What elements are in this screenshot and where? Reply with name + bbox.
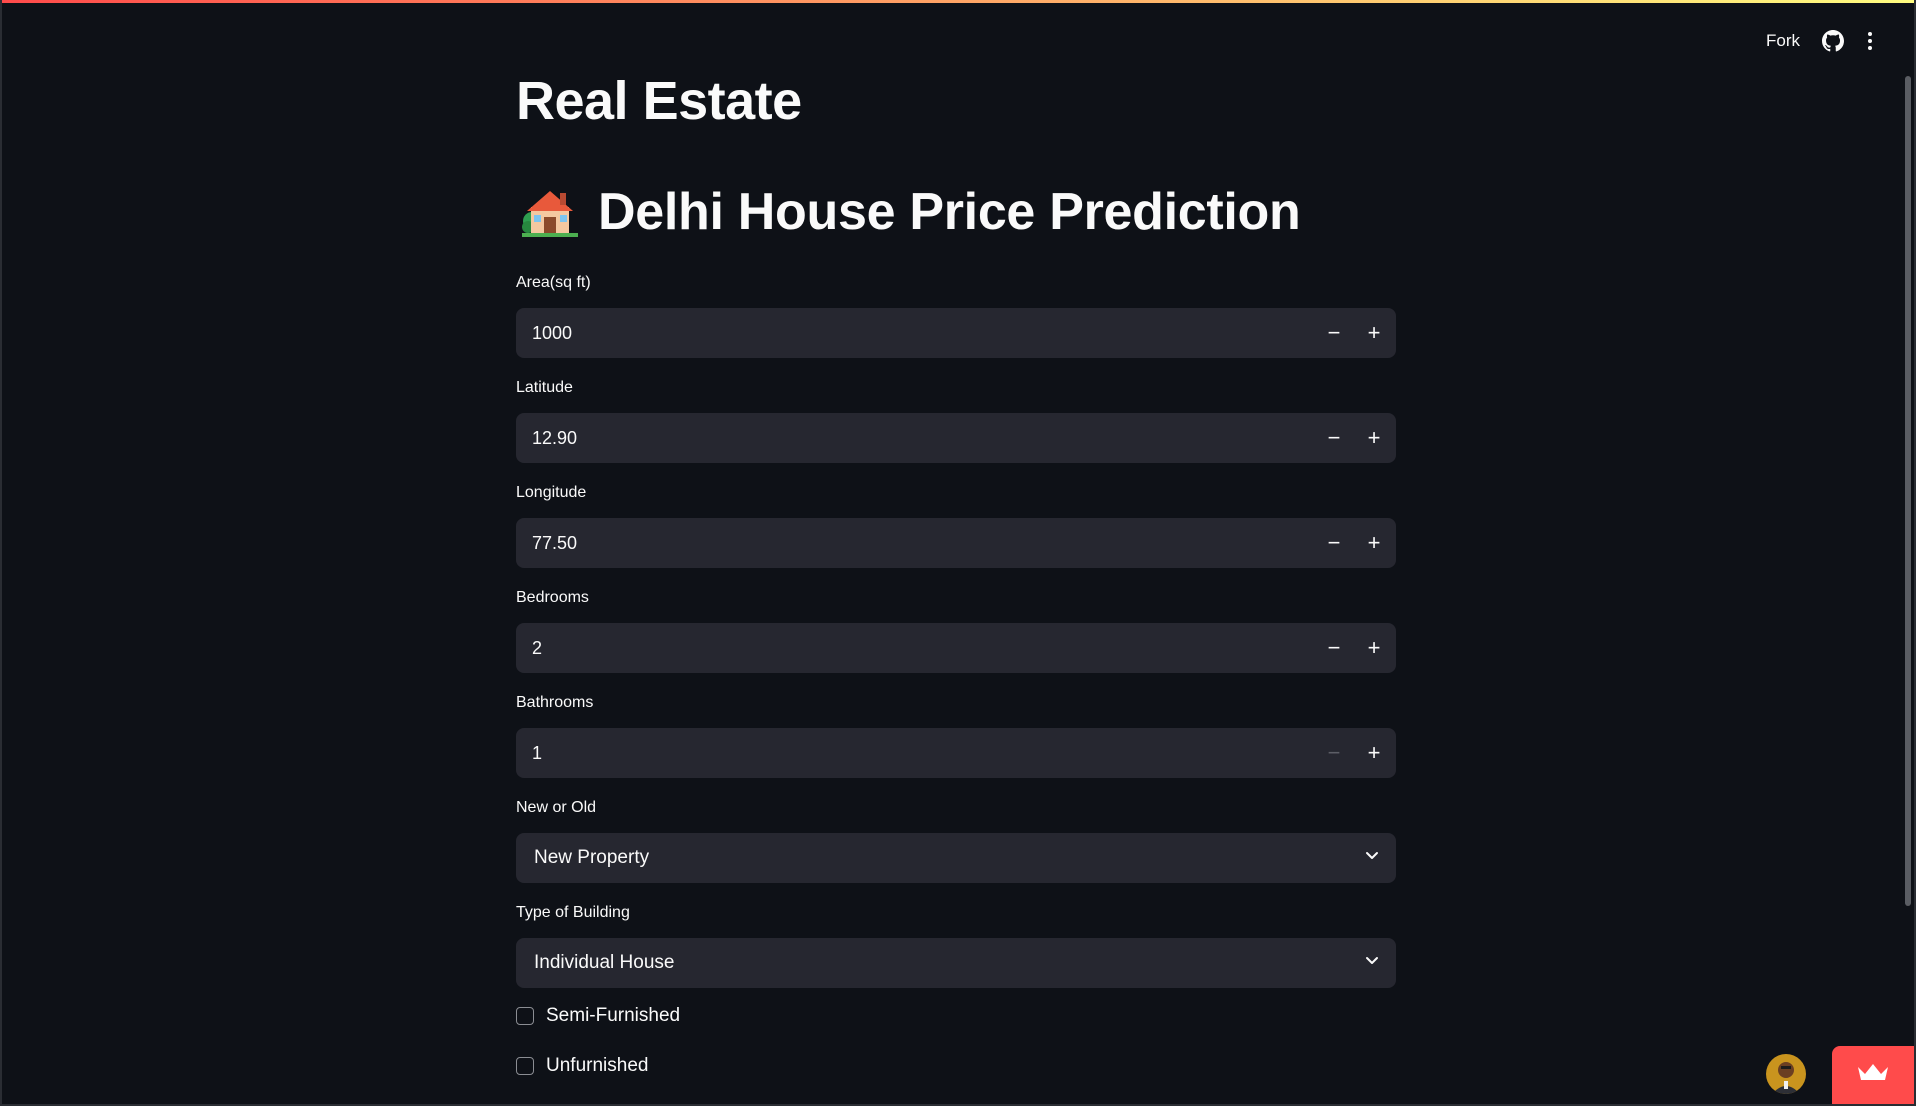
latitude-number-input[interactable]: 12.90 − + [516,413,1396,463]
building-type-label: Type of Building [516,904,630,921]
crown-icon [1856,1062,1890,1089]
house-emoji-icon [522,187,578,237]
longitude-field: Longitude 77.50 − + [516,482,1396,568]
semi-furnished-checkbox[interactable]: Semi-Furnished [516,1005,680,1027]
area-decrement-button[interactable]: − [1314,308,1354,358]
top-toolbar: Fork [1766,30,1874,52]
app-frame: Fork Real Estate Delhi House Price Predi… [0,0,1916,1106]
more-vertical-icon[interactable] [1866,31,1874,51]
bedrooms-label: Bedrooms [516,589,589,606]
longitude-number-input[interactable]: 77.50 − + [516,518,1396,568]
longitude-decrement-button[interactable]: − [1314,518,1354,568]
header-decoration-bar [2,0,1914,3]
latitude-decrement-button[interactable]: − [1314,413,1354,463]
area-number-input[interactable]: 1000 − + [516,308,1396,358]
bathrooms-decrement-button[interactable]: − [1314,728,1354,778]
bathrooms-value[interactable]: 1 [516,743,1314,764]
building-type-field: Type of Building Individual House [516,902,1396,988]
latitude-field: Latitude 12.90 − + [516,377,1396,463]
bathrooms-number-input[interactable]: 1 − + [516,728,1396,778]
new-or-old-label: New or Old [516,799,597,816]
new-or-old-field: New or Old New Property [516,797,1396,883]
bedrooms-value[interactable]: 2 [516,638,1314,659]
area-field: Area(sq ft) 1000 − + [516,272,1396,358]
bathrooms-increment-button[interactable]: + [1354,728,1394,778]
building-type-selected-value: Individual House [534,952,675,973]
new-or-old-select[interactable]: New Property [516,833,1396,883]
chevron-down-icon [1364,847,1380,869]
fork-button[interactable]: Fork [1766,31,1800,51]
semi-furnished-label: Semi-Furnished [546,1005,681,1026]
longitude-value[interactable]: 77.50 [516,533,1314,554]
unfurnished-label: Unfurnished [546,1055,649,1076]
semi-furnished-checkbox-box[interactable] [516,1007,534,1025]
building-type-select[interactable]: Individual House [516,938,1396,988]
streamlit-crown-button[interactable] [1832,1046,1914,1104]
bedrooms-increment-button[interactable]: + [1354,623,1394,673]
chevron-down-icon [1364,952,1380,974]
latitude-label: Latitude [516,379,573,396]
page-scrollbar[interactable] [1905,76,1911,906]
page-subtitle: Delhi House Price Prediction [522,182,1301,242]
unfurnished-checkbox-box[interactable] [516,1057,534,1075]
longitude-increment-button[interactable]: + [1354,518,1394,568]
github-icon[interactable] [1822,30,1844,52]
page-subtitle-text: Delhi House Price Prediction [598,183,1301,241]
bedrooms-field: Bedrooms 2 − + [516,587,1396,673]
unfurnished-checkbox[interactable]: Unfurnished [516,1055,648,1077]
page-title: Real Estate [516,71,802,131]
new-or-old-selected-value: New Property [534,847,650,868]
bedrooms-decrement-button[interactable]: − [1314,623,1354,673]
longitude-label: Longitude [516,484,587,501]
avatar[interactable] [1766,1054,1806,1094]
bedrooms-number-input[interactable]: 2 − + [516,623,1396,673]
area-increment-button[interactable]: + [1354,308,1394,358]
area-label: Area(sq ft) [516,274,591,291]
bathrooms-field: Bathrooms 1 − + [516,692,1396,778]
area-value[interactable]: 1000 [516,323,1314,344]
latitude-value[interactable]: 12.90 [516,428,1314,449]
bathrooms-label: Bathrooms [516,694,594,711]
latitude-increment-button[interactable]: + [1354,413,1394,463]
